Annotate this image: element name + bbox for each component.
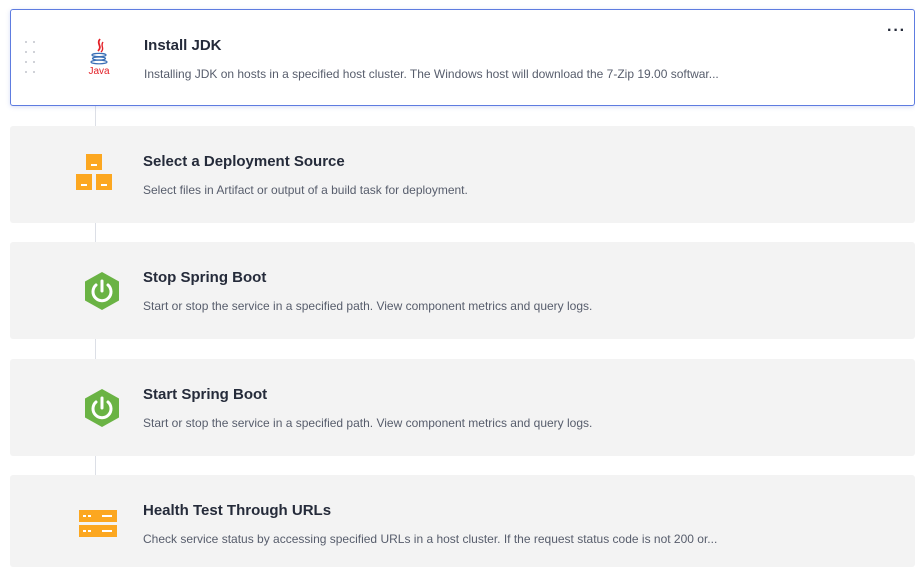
- step-card-stop-spring-boot[interactable]: Stop Spring Boot Start or stop the servi…: [10, 242, 915, 339]
- spring-boot-power-icon: [85, 272, 119, 310]
- step-description: Start or stop the service in a specified…: [143, 299, 593, 313]
- more-options-button[interactable]: ···: [887, 23, 906, 39]
- step-connector: [95, 222, 96, 242]
- step-description: Check service status by accessing specif…: [143, 532, 718, 546]
- spring-boot-power-icon: [85, 389, 119, 427]
- step-description: Start or stop the service in a specified…: [143, 416, 593, 430]
- step-description: Installing JDK on hosts in a specified h…: [144, 67, 719, 81]
- step-card-install-jdk[interactable]: Java Install JDK Installing JDK on hosts…: [10, 9, 915, 106]
- step-card-deployment-source[interactable]: Select a Deployment Source Select files …: [10, 126, 915, 223]
- step-card-start-spring-boot[interactable]: Start Spring Boot Start or stop the serv…: [10, 359, 915, 456]
- java-icon-label: Java: [88, 66, 110, 76]
- step-title: Select a Deployment Source: [143, 153, 345, 170]
- drag-handle-icon[interactable]: [25, 41, 37, 75]
- step-connector: [95, 455, 96, 475]
- step-description: Select files in Artifact or output of a …: [143, 183, 468, 197]
- java-icon: Java: [88, 38, 110, 76]
- step-card-health-test[interactable]: Health Test Through URLs Check service s…: [10, 475, 915, 567]
- step-title: Install JDK: [144, 37, 222, 54]
- deployment-source-boxes-icon: [76, 154, 112, 190]
- step-title: Stop Spring Boot: [143, 269, 267, 286]
- step-connector: [95, 339, 96, 359]
- step-connector: [95, 106, 96, 126]
- step-title: Health Test Through URLs: [143, 502, 332, 519]
- server-health-icon: [79, 510, 117, 537]
- step-title: Start Spring Boot: [143, 386, 268, 403]
- pipeline-step-list: Java Install JDK Installing JDK on hosts…: [0, 0, 915, 567]
